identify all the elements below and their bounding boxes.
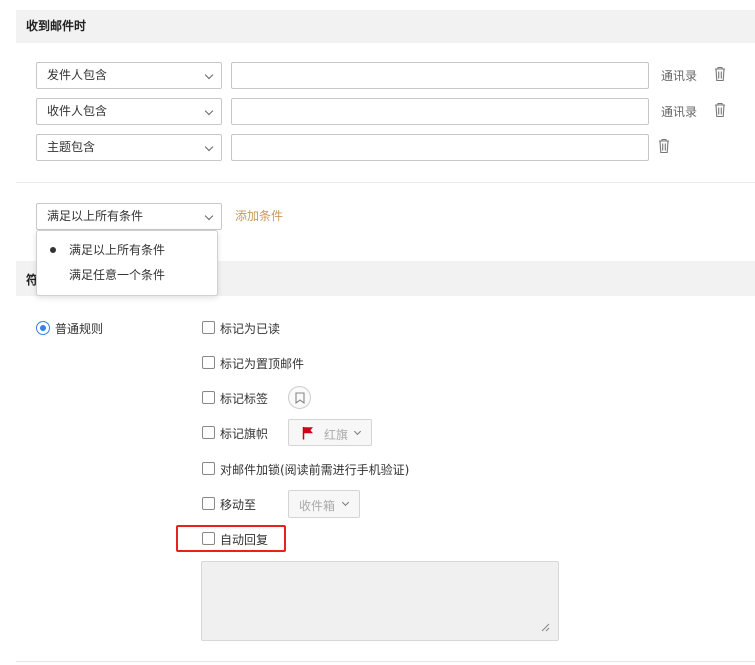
trash-icon[interactable] xyxy=(713,66,727,82)
chevron-down-icon xyxy=(204,70,214,80)
mark-tag-label: 标记标签 xyxy=(220,392,269,406)
chevron-down-icon xyxy=(204,142,214,152)
contacts-link-sender[interactable]: 通讯录 xyxy=(661,67,697,84)
condition-value-input-subject[interactable] xyxy=(231,134,649,161)
flag-color-select[interactable]: 红旗 xyxy=(288,419,372,446)
dropdown-option-label: 满足以上所有条件 xyxy=(69,243,166,257)
condition-field-select-recipient[interactable]: 收件人包含 xyxy=(36,98,222,125)
trash-icon[interactable] xyxy=(657,138,671,154)
mark-tag-checkbox[interactable] xyxy=(202,391,215,404)
lock-mail-checkbox[interactable] xyxy=(202,462,215,475)
condition-field-select-subject[interactable]: 主题包含 xyxy=(36,134,222,161)
mail-rule-form: 收到邮件时 发件人包含 通讯录 收件人包含 通讯录 主题包含 满足以上所有条件 … xyxy=(0,0,755,665)
match-mode-label: 满足以上所有条件 xyxy=(47,209,144,223)
mark-read-checkbox[interactable] xyxy=(202,321,215,334)
match-mode-select[interactable]: 满足以上所有条件 xyxy=(36,203,222,230)
dropdown-option-all[interactable]: 满足以上所有条件 xyxy=(37,238,217,262)
bottom-divider xyxy=(16,661,755,662)
mark-flag-label: 标记旗帜 xyxy=(220,427,269,441)
flag-color-label: 红旗 xyxy=(324,428,349,442)
dropdown-option-any[interactable]: 满足任意一个条件 xyxy=(37,263,217,287)
folder-label: 收件箱 xyxy=(299,499,336,513)
folder-select[interactable]: 收件箱 xyxy=(288,490,360,518)
flag-icon xyxy=(302,427,313,440)
bookmark-icon xyxy=(295,392,305,404)
contacts-link-recipient[interactable]: 通讯录 xyxy=(661,103,697,120)
move-to-label: 移动至 xyxy=(220,498,257,512)
auto-reply-checkbox[interactable] xyxy=(202,532,215,545)
chevron-down-icon xyxy=(204,211,214,221)
chevron-down-icon xyxy=(204,106,214,116)
condition-field-select-sender[interactable]: 发件人包含 xyxy=(36,62,222,89)
condition-value-input-recipient[interactable] xyxy=(231,98,649,125)
trash-icon[interactable] xyxy=(713,102,727,118)
auto-reply-label: 自动回复 xyxy=(220,533,269,547)
chevron-down-icon xyxy=(341,498,350,507)
match-mode-dropdown: 满足以上所有条件 满足任意一个条件 xyxy=(36,230,218,296)
chevron-down-icon xyxy=(353,427,362,436)
condition-field-label: 主题包含 xyxy=(47,140,96,154)
tag-picker-button[interactable] xyxy=(288,386,311,409)
auto-reply-textarea[interactable] xyxy=(201,561,559,641)
selected-dot-icon xyxy=(50,247,56,253)
condition-field-label: 发件人包含 xyxy=(47,68,108,82)
mark-top-label: 标记为置顶邮件 xyxy=(220,357,305,371)
lock-mail-label: 对邮件加锁(阅读前需进行手机验证) xyxy=(220,463,410,477)
condition-value-input-sender[interactable] xyxy=(231,62,649,89)
rule-type-radio[interactable] xyxy=(36,321,50,335)
resize-grip-icon[interactable] xyxy=(540,622,550,632)
rule-type-label: 普通规则 xyxy=(55,322,104,336)
condition-field-label: 收件人包含 xyxy=(47,104,108,118)
mark-flag-checkbox[interactable] xyxy=(202,426,215,439)
dropdown-option-label: 满足任意一个条件 xyxy=(69,268,166,282)
section-title-on-receive: 收到邮件时 xyxy=(16,10,755,43)
add-condition-link[interactable]: 添加条件 xyxy=(235,207,283,224)
mark-top-checkbox[interactable] xyxy=(202,356,215,369)
move-to-checkbox[interactable] xyxy=(202,497,215,510)
mark-read-label: 标记为已读 xyxy=(220,322,281,336)
